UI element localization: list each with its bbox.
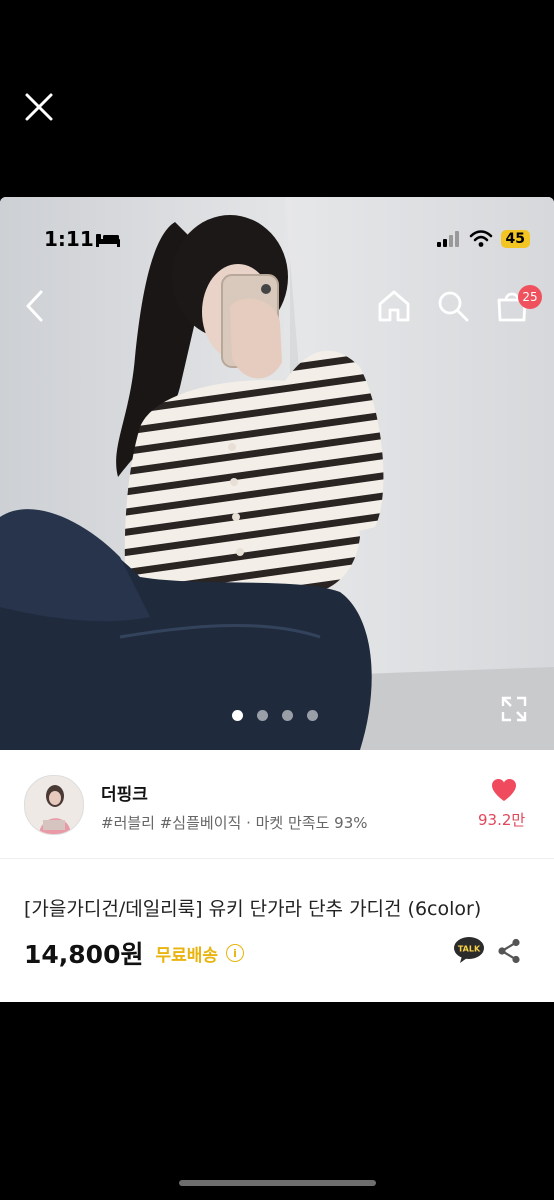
talk-bubble-icon: TALK bbox=[454, 937, 484, 963]
bed-icon bbox=[96, 234, 120, 247]
product-title: [가을가디건/데일리룩] 유키 단가라 단추 가디건 (6color) bbox=[24, 898, 482, 920]
product-photo[interactable]: 1:11 45 25 bbox=[0, 197, 554, 750]
talk-label: TALK bbox=[458, 945, 481, 954]
product-price: 14,800원 bbox=[24, 940, 144, 969]
like-button[interactable] bbox=[491, 778, 517, 806]
price-row: 14,800원 무료배송 i bbox=[24, 935, 245, 971]
expand-image-button[interactable] bbox=[500, 695, 528, 727]
chevron-left-icon bbox=[26, 290, 43, 322]
product-card: 1:11 45 25 더핑크 #러블리 #심플베이직 · 마켓 만족도 93% … bbox=[0, 197, 554, 1002]
cart-count-badge: 25 bbox=[518, 285, 542, 309]
like-count: 93.2만 bbox=[478, 811, 526, 829]
home-icon bbox=[378, 290, 410, 322]
search-button[interactable] bbox=[436, 289, 470, 327]
free-shipping-label: 무료배송 bbox=[155, 945, 219, 966]
share-icon bbox=[498, 938, 520, 964]
wifi-icon bbox=[469, 230, 492, 247]
avatar-image bbox=[25, 776, 83, 834]
expand-icon bbox=[501, 696, 527, 722]
status-time: 1:11 bbox=[44, 227, 94, 251]
seller-name[interactable]: 더핑크 bbox=[101, 780, 148, 805]
carousel-dot-active[interactable] bbox=[232, 710, 243, 721]
seller-avatar[interactable] bbox=[24, 775, 84, 835]
kakao-talk-button[interactable]: TALK bbox=[453, 936, 485, 968]
carousel-dot[interactable] bbox=[257, 710, 268, 721]
carousel-dot[interactable] bbox=[282, 710, 293, 721]
seller-row[interactable]: 더핑크 #러블리 #심플베이직 · 마켓 만족도 93% 93.2만 bbox=[0, 750, 554, 859]
carousel-indicator bbox=[232, 710, 318, 721]
battery-indicator: 45 bbox=[500, 230, 530, 248]
close-button[interactable] bbox=[22, 90, 56, 124]
back-button[interactable] bbox=[22, 289, 48, 327]
heart-icon bbox=[492, 779, 516, 801]
close-icon bbox=[25, 93, 53, 121]
signal-icon bbox=[436, 231, 459, 247]
status-icons: 45 bbox=[436, 230, 530, 248]
share-button[interactable] bbox=[497, 938, 521, 968]
carousel-dot[interactable] bbox=[307, 710, 318, 721]
product-image bbox=[0, 197, 554, 750]
home-indicator[interactable] bbox=[179, 1180, 376, 1186]
info-icon[interactable]: i bbox=[226, 944, 245, 962]
home-button[interactable] bbox=[377, 289, 411, 327]
seller-tags: #러블리 #심플베이직 · 마켓 만족도 93% bbox=[101, 814, 368, 832]
search-icon bbox=[438, 291, 469, 322]
status-bar: 1:11 45 bbox=[0, 227, 554, 257]
